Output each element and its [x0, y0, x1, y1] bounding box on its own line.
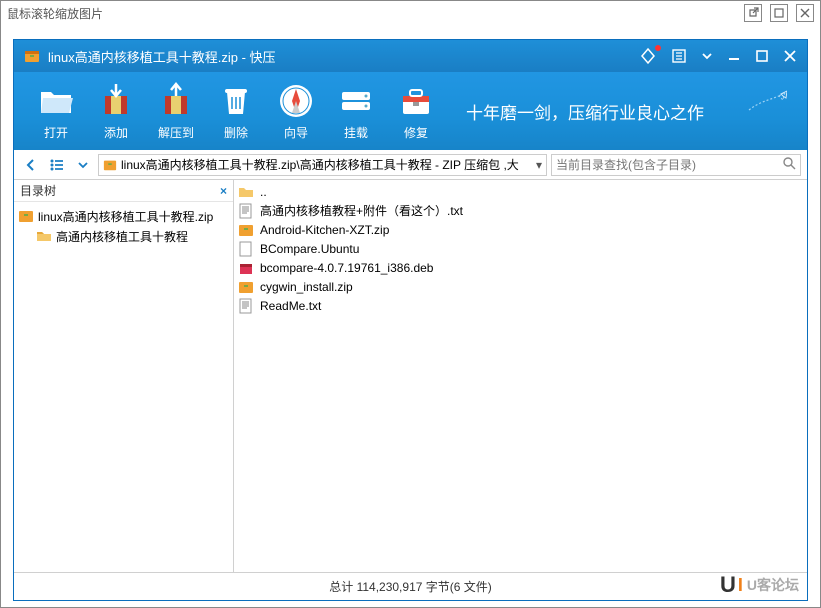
file-name: BCompare.Ubuntu: [260, 242, 359, 256]
view-dropdown-button[interactable]: [72, 154, 94, 176]
notification-icon[interactable]: [639, 47, 657, 65]
search-box[interactable]: [551, 154, 801, 176]
file-row[interactable]: Android-Kitchen-XZT.zip: [234, 220, 807, 239]
dropdown-icon[interactable]: [701, 50, 713, 62]
maximize-button[interactable]: [755, 49, 769, 63]
mount-button[interactable]: 挂载: [326, 78, 386, 144]
file-type-icon: [238, 260, 254, 276]
file-name: 高通内核移植教程+附件（看这个）.txt: [260, 202, 463, 219]
nav-bar: linux高通内核移植工具十教程.zip\高通内核移植工具十教程 - ZIP 压…: [14, 150, 807, 180]
path-text: linux高通内核移植工具十教程.zip\高通内核移植工具十教程 - ZIP 压…: [121, 156, 519, 173]
repair-button[interactable]: 修复: [386, 78, 446, 144]
wizard-button[interactable]: 向导: [266, 78, 326, 144]
file-name: bcompare-4.0.7.19761_i386.deb: [260, 261, 433, 275]
delete-button[interactable]: 删除: [206, 78, 266, 144]
file-name: cygwin_install.zip: [260, 280, 353, 294]
minimize-button[interactable]: [727, 49, 741, 63]
maximize-button[interactable]: [770, 4, 788, 22]
toolbar: 打开 添加 解压到 删除: [14, 72, 807, 150]
sidebar: 目录树 × linux高通内核移植工具十教程.zip 高通内核移植: [14, 180, 234, 572]
close-button[interactable]: [796, 4, 814, 22]
add-archive-icon: [97, 82, 135, 120]
file-list: .. 高通内核移植教程+附件（看这个）.txt Android-Kitchen-X…: [234, 180, 807, 572]
watermark: UI U客论坛: [720, 572, 799, 598]
file-row[interactable]: cygwin_install.zip: [234, 277, 807, 296]
close-tree-button[interactable]: ×: [220, 184, 227, 198]
file-row[interactable]: bcompare-4.0.7.19761_i386.deb: [234, 258, 807, 277]
viewer-titlebar: 鼠标滚轮缩放图片: [1, 1, 820, 25]
path-input[interactable]: linux高通内核移植工具十教程.zip\高通内核移植工具十教程 - ZIP 压…: [98, 154, 547, 176]
path-dropdown-icon[interactable]: ▾: [536, 158, 542, 172]
slogan-text: 十年磨一剑，压缩行业良心之作: [466, 99, 704, 124]
search-icon[interactable]: [782, 156, 796, 173]
add-button[interactable]: 添加: [86, 78, 146, 144]
archive-icon: [18, 208, 34, 224]
file-type-icon: [238, 241, 254, 257]
popout-button[interactable]: [744, 4, 762, 22]
sidebar-title: 目录树: [20, 182, 56, 199]
file-row[interactable]: ReadMe.txt: [234, 296, 807, 315]
file-type-icon: [238, 298, 254, 314]
extract-icon: [157, 82, 195, 120]
settings-icon[interactable]: [671, 48, 687, 64]
file-row[interactable]: 高通内核移植教程+附件（看这个）.txt: [234, 201, 807, 220]
paper-plane-icon: [747, 90, 787, 123]
trash-icon: [217, 82, 255, 120]
status-bar: 总计 114,230,917 字节(6 文件) UI U客论坛: [14, 572, 807, 600]
app-icon: [24, 48, 40, 64]
file-name: Android-Kitchen-XZT.zip: [260, 223, 389, 237]
file-name: ReadMe.txt: [260, 299, 321, 313]
file-type-icon: [238, 279, 254, 295]
file-row[interactable]: BCompare.Ubuntu: [234, 239, 807, 258]
close-button[interactable]: [783, 49, 797, 63]
folder-up-icon: [238, 184, 254, 200]
open-button[interactable]: 打开: [26, 78, 86, 144]
status-text: 总计 114,230,917 字节(6 文件): [329, 578, 492, 595]
viewer-title: 鼠标滚轮缩放图片: [7, 5, 744, 22]
folder-icon: [36, 228, 52, 244]
file-type-icon: [238, 222, 254, 238]
toolbox-icon: [397, 82, 435, 120]
parent-folder-row[interactable]: ..: [234, 182, 807, 201]
app-titlebar: linux高通内核移植工具十教程.zip - 快压: [14, 40, 807, 72]
tree-root[interactable]: linux高通内核移植工具十教程.zip: [18, 206, 229, 226]
tree-folder[interactable]: 高通内核移植工具十教程: [18, 226, 229, 246]
compass-icon: [277, 82, 315, 120]
app-title: linux高通内核移植工具十教程.zip - 快压: [48, 47, 639, 66]
folder-open-icon: [37, 82, 75, 120]
search-input[interactable]: [556, 158, 782, 172]
file-type-icon: [238, 203, 254, 219]
extract-button[interactable]: 解压到: [146, 78, 206, 144]
back-button[interactable]: [20, 154, 42, 176]
view-list-button[interactable]: [46, 154, 68, 176]
drive-icon: [337, 82, 375, 120]
